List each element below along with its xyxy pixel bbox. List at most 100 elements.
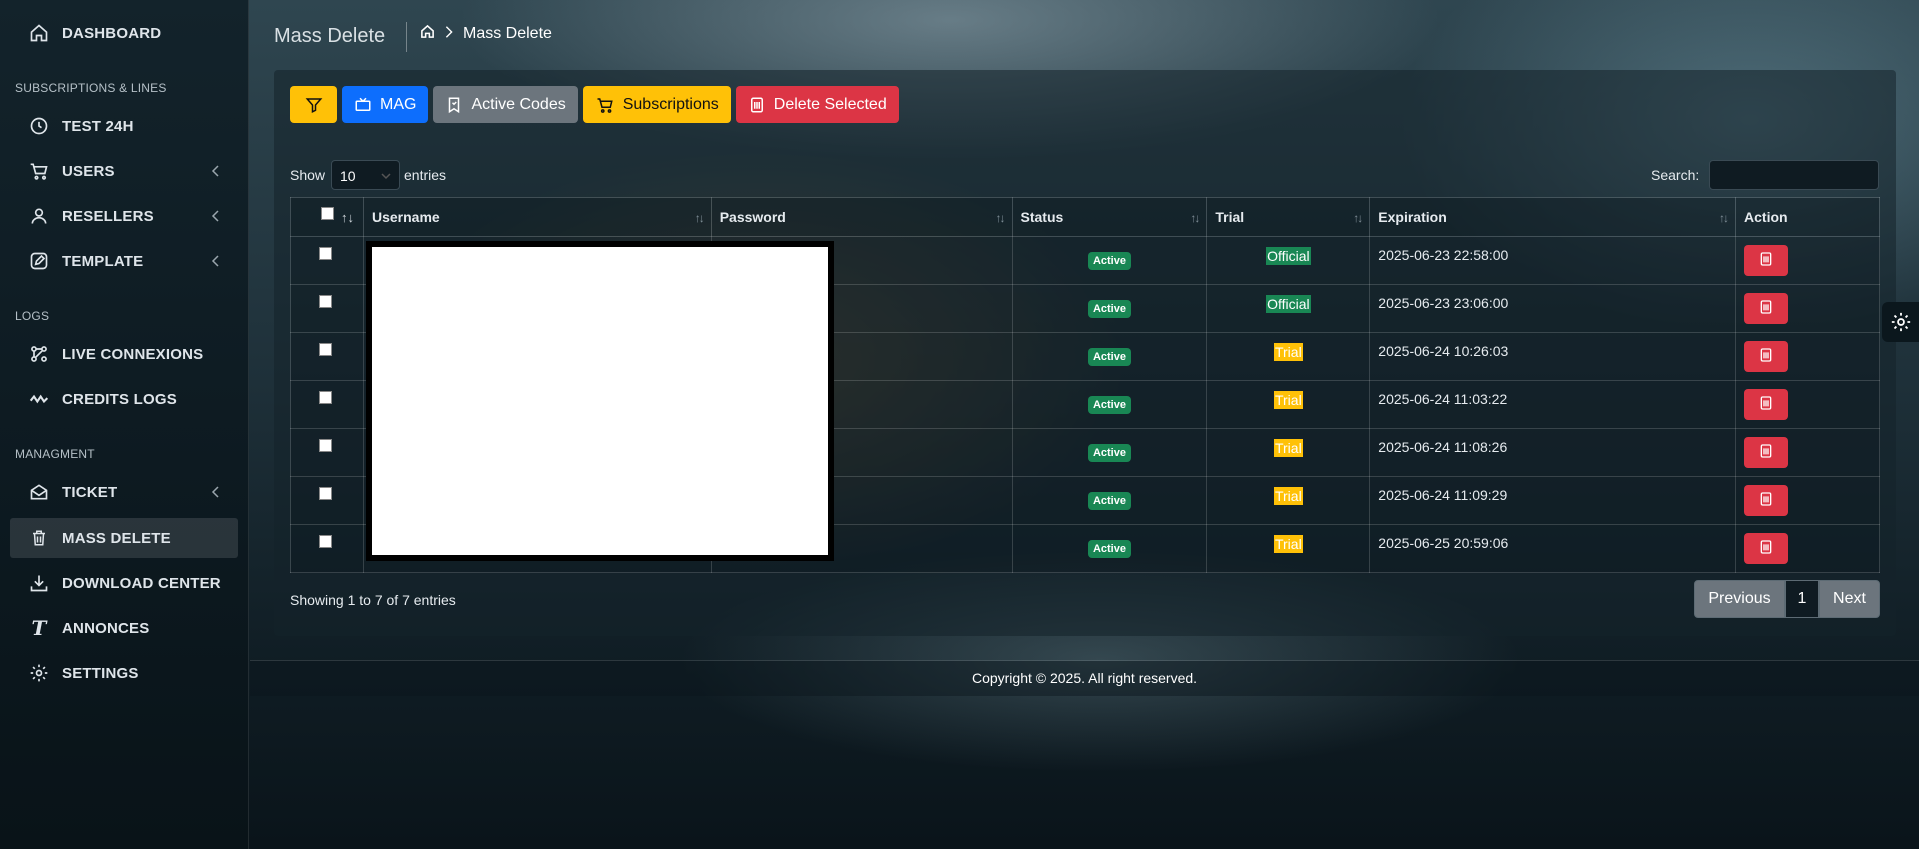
col-trial[interactable]: Trial ↑↓ [1206,197,1371,237]
expiration-cell: 2025-06-24 11:09:29 [1369,476,1737,525]
trial-badge: Trial [1273,390,1303,409]
col-username[interactable]: Username ↑↓ [362,197,712,237]
row-select-cell [290,236,364,285]
sidebar: DASHBOARD SUBSCRIPTIONS & LINES TEST 24H… [0,0,249,849]
table-info: Showing 1 to 7 of 7 entries [290,592,456,608]
sort-icon: ↑↓ [1719,211,1729,225]
next-button[interactable]: Next [1819,580,1880,618]
download-icon [28,572,50,594]
delete-row-button[interactable] [1744,293,1789,324]
trial-badge: Trial [1273,534,1303,553]
select-all-header[interactable]: ↑↓ [290,197,364,237]
action-cell [1735,428,1880,477]
search-input[interactable] [1709,160,1879,190]
row-select-cell [290,380,364,429]
nav-resellers[interactable]: RESELLERS [10,196,238,236]
nav-settings[interactable]: SETTINGS [10,653,238,693]
nav-annonces[interactable]: T ANNONCES [10,608,238,648]
status-cell: Active [1011,332,1208,381]
status-badge: Active [1087,300,1131,318]
row-checkbox[interactable] [319,486,332,500]
search-label: Search: [1651,167,1700,183]
nav-test24h[interactable]: TEST 24H [10,106,238,146]
active-codes-button[interactable]: Active Codes [433,86,578,123]
col-expiration[interactable]: Expiration ↑↓ [1369,197,1737,237]
nav-dashboard[interactable]: DASHBOARD [10,13,238,53]
sort-icon: ↑↓ [995,211,1006,225]
page-1-button[interactable]: 1 [1785,580,1819,618]
nav-template-label: TEMPLATE [62,252,144,270]
subscriptions-button[interactable]: Subscriptions [582,86,731,123]
col-action-label: Action [1744,209,1788,225]
status-badge: Active [1087,444,1131,462]
filter-button[interactable] [290,86,337,123]
trial-badge: Trial [1273,438,1303,457]
bookmark-icon [449,97,460,113]
row-checkbox[interactable] [319,438,332,452]
status-badge: Active [1087,348,1131,366]
mail-open-icon [28,481,50,503]
delete-row-button[interactable] [1744,437,1789,468]
nav-ticket[interactable]: TICKET [10,472,238,512]
chevron-down-icon [381,173,391,180]
action-cell [1735,380,1880,429]
section-logs: LOGS [15,309,50,323]
nav-credits-logs[interactable]: CREDITS LOGS [10,379,238,419]
trial-cell: Trial [1206,476,1371,525]
expiration-value: 2025-06-24 11:09:29 [1378,486,1508,503]
action-cell [1735,236,1880,285]
trash-icon [1758,298,1774,319]
delete-row-button[interactable] [1744,389,1789,420]
user-icon [28,205,50,227]
delete-row-button[interactable] [1744,341,1789,372]
col-password-label: Password [719,209,786,225]
col-password[interactable]: Password ↑↓ [710,197,1013,237]
trial-cell: Trial [1206,524,1371,573]
mag-button-label: MAG [380,95,417,113]
page-size-select[interactable]: 10 [331,160,400,190]
nav-live-connexions[interactable]: LIVE CONNEXIONS [10,334,238,374]
col-status[interactable]: Status ↑↓ [1011,197,1208,237]
delete-row-button[interactable] [1744,533,1789,564]
chevron-left-icon [211,165,219,177]
home-icon [28,22,50,44]
nav-mass-delete[interactable]: MASS DELETE [10,518,238,558]
nav-users[interactable]: USERS [10,151,238,191]
italic-text-icon: T [31,616,47,640]
row-checkbox[interactable] [319,246,332,260]
expiration-value: 2025-06-24 11:03:22 [1378,390,1508,407]
status-cell: Active [1011,524,1208,573]
row-checkbox[interactable] [319,390,332,404]
chevron-left-icon [211,255,219,267]
row-checkbox[interactable] [319,294,332,308]
home-icon[interactable] [420,24,435,44]
previous-button[interactable]: Previous [1694,580,1785,618]
trash-icon [28,527,50,549]
trial-badge: Trial [1273,486,1303,505]
edit-icon [28,250,50,272]
delete-selected-button[interactable]: Delete Selected [735,86,899,123]
delete-row-button[interactable] [1744,245,1789,276]
row-select-cell [290,284,364,333]
delete-row-button[interactable] [1744,485,1789,516]
select-all-checkbox[interactable] [321,207,334,220]
expiration-value: 2025-06-23 22:58:00 [1378,246,1509,263]
row-checkbox[interactable] [319,342,332,356]
trash-icon [1758,538,1774,559]
network-icon [28,343,50,365]
row-checkbox[interactable] [319,534,332,548]
nav-download-center[interactable]: DOWNLOAD CENTER [10,563,238,603]
chevron-right-icon [443,25,455,44]
trash-icon [1758,250,1774,271]
status-badge: Active [1087,396,1131,414]
nav-template[interactable]: TEMPLATE [10,241,238,281]
status-badge: Active [1087,540,1131,558]
expiration-cell: 2025-06-23 22:58:00 [1369,236,1737,285]
settings-toggle-tab[interactable] [1882,302,1919,342]
trash-icon [1758,394,1774,415]
trial-cell: Official [1206,284,1371,333]
table-header-row: ↑↓ Username ↑↓ Password ↑↓ Status ↑↓ Trial ↑… [290,197,1880,237]
cart-icon [28,160,50,182]
mag-button[interactable]: MAG [342,86,429,123]
status-cell: Active [1011,476,1208,525]
